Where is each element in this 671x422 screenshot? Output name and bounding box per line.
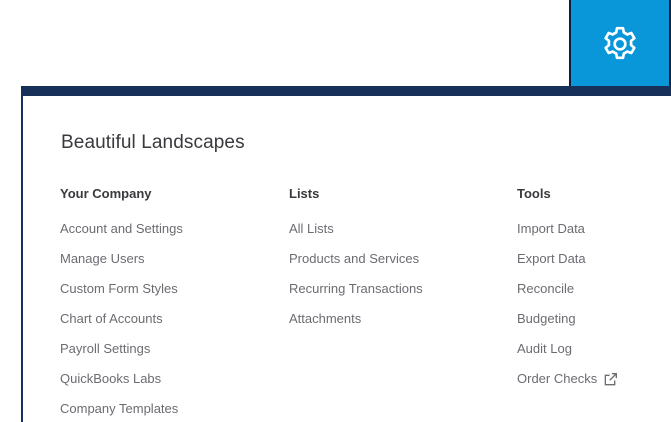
menu-item-budgeting[interactable]: Budgeting	[517, 304, 618, 334]
menu-item-products-and-services[interactable]: Products and Services	[289, 244, 423, 274]
lists-column: Lists All Lists Products and Services Re…	[289, 184, 423, 334]
settings-page: Beautiful Landscapes Your Company Accoun…	[0, 0, 671, 422]
column-heading: Lists	[289, 186, 320, 201]
column-heading: Your Company	[60, 186, 152, 201]
your-company-column: Your Company Account and Settings Manage…	[60, 184, 183, 422]
gear-icon	[604, 26, 636, 60]
external-link-icon	[603, 372, 618, 387]
menu-top-bar	[21, 86, 671, 96]
column-heading: Tools	[517, 186, 551, 201]
settings-gear-button[interactable]	[569, 0, 671, 88]
menu-item-import-data[interactable]: Import Data	[517, 214, 618, 244]
menu-item-order-checks[interactable]: Order Checks	[517, 364, 618, 394]
menu-item-recurring-transactions[interactable]: Recurring Transactions	[289, 274, 423, 304]
menu-item-all-lists[interactable]: All Lists	[289, 214, 423, 244]
menu-item-quickbooks-labs[interactable]: QuickBooks Labs	[60, 364, 183, 394]
menu-item-reconcile[interactable]: Reconcile	[517, 274, 618, 304]
lists-list: All Lists Products and Services Recurrin…	[289, 214, 423, 334]
menu-item-audit-log[interactable]: Audit Log	[517, 334, 618, 364]
menu-item-export-data[interactable]: Export Data	[517, 244, 618, 274]
menu-item-company-templates[interactable]: Company Templates	[60, 394, 183, 422]
menu-item-chart-of-accounts[interactable]: Chart of Accounts	[60, 304, 183, 334]
company-name: Beautiful Landscapes	[61, 132, 245, 153]
tools-list: Import Data Export Data Reconcile Budget…	[517, 214, 618, 394]
menu-item-account-and-settings[interactable]: Account and Settings	[60, 214, 183, 244]
tools-column: Tools Import Data Export Data Reconcile …	[517, 184, 618, 394]
menu-item-payroll-settings[interactable]: Payroll Settings	[60, 334, 183, 364]
menu-item-manage-users[interactable]: Manage Users	[60, 244, 183, 274]
settings-menu-panel: Beautiful Landscapes Your Company Accoun…	[21, 96, 671, 422]
menu-item-attachments[interactable]: Attachments	[289, 304, 423, 334]
your-company-list: Account and Settings Manage Users Custom…	[60, 214, 183, 422]
menu-item-custom-form-styles[interactable]: Custom Form Styles	[60, 274, 183, 304]
menu-item-label: Order Checks	[517, 371, 598, 386]
